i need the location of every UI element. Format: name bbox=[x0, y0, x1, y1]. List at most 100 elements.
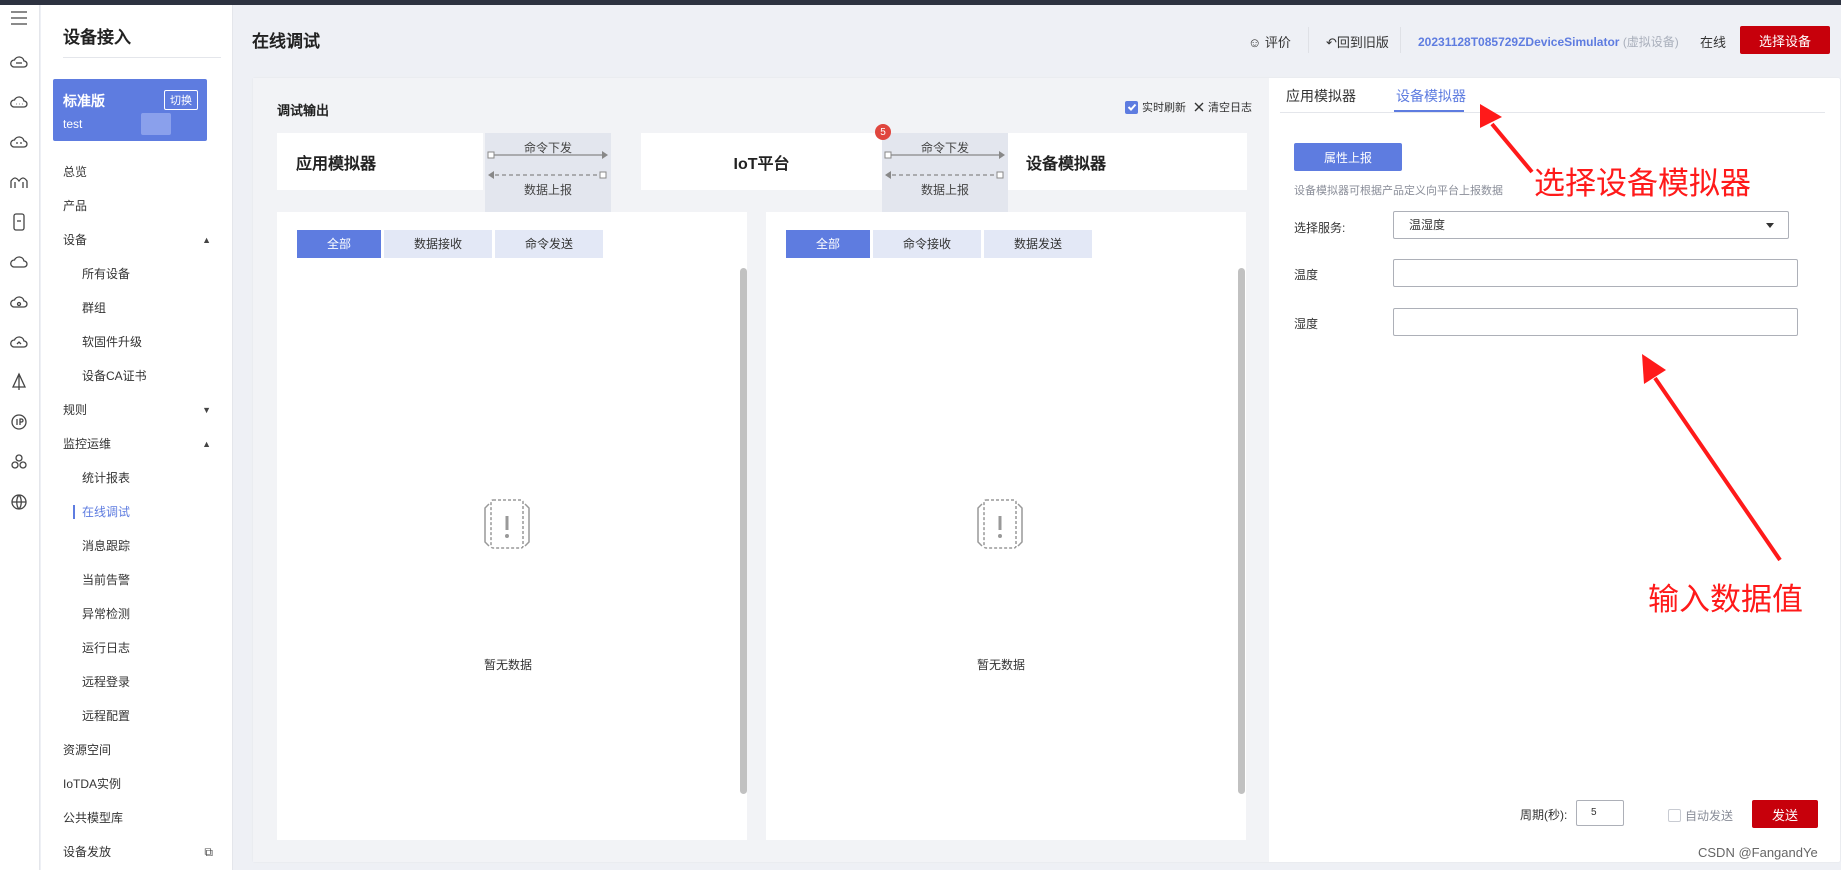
temperature-label: 温度 bbox=[1294, 268, 1319, 282]
period-input[interactable]: 5 bbox=[1576, 800, 1624, 826]
device-status: 在线 bbox=[1700, 35, 1727, 50]
app-log-scrollbar[interactable] bbox=[740, 268, 747, 794]
service-select[interactable]: 温湿度 bbox=[1393, 211, 1789, 239]
sidebar-item-remote-config[interactable]: 远程配置 bbox=[41, 701, 221, 731]
service-value: 温湿度 bbox=[1409, 218, 1446, 232]
close-icon bbox=[1194, 102, 1204, 112]
cloud-dots-icon[interactable] bbox=[8, 91, 30, 113]
sail-icon[interactable] bbox=[8, 371, 30, 393]
sidebar-item-firmware[interactable]: 软固件升级 bbox=[41, 327, 221, 357]
debug-controls: 实时刷新 清空日志 bbox=[1125, 99, 1252, 115]
app-log-tabs: 全部 数据接收 命令发送 bbox=[297, 230, 606, 258]
cloud-icon[interactable] bbox=[8, 51, 30, 73]
caret-up-icon: ▲ bbox=[202, 235, 211, 245]
sidebar-divider bbox=[63, 57, 221, 58]
device-id: 20231128T085729ZDeviceSimulator bbox=[1418, 35, 1620, 49]
sidebar-item-stats[interactable]: 统计报表 bbox=[41, 463, 221, 493]
caret-down-icon: ▼ bbox=[202, 405, 211, 415]
rate-link[interactable]: ☺ 评价 bbox=[1248, 32, 1291, 51]
sidebar-item-run-log[interactable]: 运行日志 bbox=[41, 633, 221, 663]
flow-app-platform: 命令下发 数据上报 bbox=[485, 133, 611, 213]
old-version-link[interactable]: ↶回到旧版 bbox=[1326, 32, 1389, 51]
tab-device-simulator[interactable]: 设备模拟器 bbox=[1396, 86, 1466, 106]
tab-cmd-receive[interactable]: 命令接收 bbox=[873, 230, 981, 258]
page-header: 在线调试 ☺ 评价 ↶回到旧版 20231128T085729ZDeviceSi… bbox=[234, 5, 1841, 75]
annotation-select-device-sim: 选择设备模拟器 bbox=[1534, 166, 1751, 202]
tab-divider bbox=[1280, 112, 1825, 113]
humidity-input[interactable] bbox=[1393, 308, 1798, 336]
current-device[interactable]: 20231128T085729ZDeviceSimulator (虚拟设备) bbox=[1418, 33, 1679, 50]
sidebar-item-resource-space[interactable]: 资源空间 bbox=[41, 735, 221, 765]
simulator-hint: 设备模拟器可根据产品定义向平台上报数据 bbox=[1294, 185, 1503, 197]
sidebar-item-monitoring[interactable]: 监控运维 ▲ bbox=[41, 429, 221, 459]
cloud-sync-icon[interactable] bbox=[8, 331, 30, 353]
flow-arrows bbox=[884, 151, 1005, 179]
sidebar-item-product[interactable]: 产品 bbox=[41, 191, 221, 221]
back-icon: ↶ bbox=[1326, 35, 1337, 50]
auto-send-label: 自动发送 bbox=[1685, 809, 1734, 823]
icon-rail bbox=[0, 5, 40, 870]
cloud-text-icon[interactable] bbox=[8, 131, 30, 153]
globe-icon[interactable] bbox=[8, 491, 30, 513]
message-count-badge: 5 bbox=[875, 124, 891, 140]
auto-send-option[interactable]: 自动发送 bbox=[1668, 807, 1733, 824]
sidebar-item-all-devices[interactable]: 所有设备 bbox=[41, 259, 221, 289]
tab-all[interactable]: 全部 bbox=[786, 230, 870, 258]
header-divider bbox=[1308, 27, 1309, 53]
edition-card[interactable]: 标准版 切换 test bbox=[53, 79, 207, 141]
send-button[interactable]: 发送 bbox=[1752, 800, 1818, 828]
humidity-label: 湿度 bbox=[1294, 317, 1319, 331]
sidebar-item-provisioning[interactable]: 设备发放 ⧉ bbox=[41, 837, 221, 867]
iot-platform-node: IoT平台 bbox=[641, 133, 882, 190]
sidebar-title: 设备接入 bbox=[63, 28, 131, 47]
smile-icon: ☺ bbox=[1248, 35, 1262, 50]
property-report-button[interactable]: 属性上报 bbox=[1294, 143, 1402, 171]
sidebar-item-iotda-instance[interactable]: IoTDA实例 bbox=[41, 769, 221, 799]
device-log-scrollbar[interactable] bbox=[1238, 268, 1245, 794]
tab-cmd-send[interactable]: 命令发送 bbox=[495, 230, 603, 258]
tab-data-send[interactable]: 数据发送 bbox=[984, 230, 1092, 258]
tab-all[interactable]: 全部 bbox=[297, 230, 381, 258]
device-log-panel: 全部 命令接收 数据发送 暂无数据 bbox=[766, 212, 1246, 840]
clear-log-button[interactable]: 清空日志 bbox=[1194, 99, 1252, 115]
workspace-name: test bbox=[63, 117, 83, 131]
sidebar-item-anomaly[interactable]: 异常检测 bbox=[41, 599, 221, 629]
sidebar-item-overview[interactable]: 总览 bbox=[41, 157, 221, 187]
empty-text: 暂无数据 bbox=[977, 658, 1026, 672]
cloud-gear-icon[interactable] bbox=[8, 291, 30, 313]
temperature-input[interactable] bbox=[1393, 259, 1798, 287]
sidebar-item-ca-cert[interactable]: 设备CA证书 bbox=[41, 361, 221, 391]
sidebar: 设备接入 标准版 切换 test 总览 产品 设备 ▲ 所有设备 群组 软固件升级… bbox=[41, 5, 233, 870]
sidebar-item-online-debug[interactable]: 在线调试 bbox=[41, 497, 221, 527]
service-label: 选择服务: bbox=[1294, 221, 1346, 235]
cluster-icon[interactable] bbox=[8, 451, 30, 473]
external-link-icon: ⧉ bbox=[204, 845, 213, 859]
device-simulator-node: 设备模拟器 bbox=[1008, 133, 1247, 190]
tab-data-receive[interactable]: 数据接收 bbox=[384, 230, 492, 258]
ip-icon[interactable] bbox=[8, 411, 30, 433]
sidebar-item-model-library[interactable]: 公共模型库 bbox=[41, 803, 221, 833]
sidebar-item-message-trace[interactable]: 消息跟踪 bbox=[41, 531, 221, 561]
bridge-icon[interactable] bbox=[8, 171, 30, 193]
header-divider bbox=[1400, 27, 1401, 53]
sidebar-item-remote-login[interactable]: 远程登录 bbox=[41, 667, 221, 697]
cloud-outline-icon[interactable] bbox=[8, 251, 30, 273]
empty-text: 暂无数据 bbox=[484, 658, 533, 672]
menu-icon[interactable] bbox=[8, 7, 30, 29]
data-up-label: 数据上报 bbox=[523, 183, 572, 197]
sidebar-item-groups[interactable]: 群组 bbox=[41, 293, 221, 323]
realtime-label: 实时刷新 bbox=[1142, 102, 1186, 114]
device-icon[interactable] bbox=[8, 211, 30, 233]
sidebar-item-alarms[interactable]: 当前告警 bbox=[41, 565, 221, 595]
sidebar-item-device[interactable]: 设备 ▲ bbox=[41, 225, 221, 255]
app-simulator-node: 应用模拟器 bbox=[277, 133, 483, 190]
auto-send-checkbox[interactable] bbox=[1668, 809, 1681, 822]
edition-switch-button[interactable]: 切换 bbox=[164, 90, 198, 110]
realtime-checkbox[interactable] bbox=[1125, 100, 1138, 114]
sidebar-item-rules[interactable]: 规则 ▼ bbox=[41, 395, 221, 425]
empty-data-icon bbox=[977, 499, 1023, 549]
select-device-button[interactable]: 选择设备 bbox=[1740, 26, 1830, 54]
tab-app-simulator[interactable]: 应用模拟器 bbox=[1286, 86, 1356, 106]
debug-output-area: 调试输出 实时刷新 清空日志 应用模拟器 命令下发 数据上报 IoT平台 命令下… bbox=[253, 78, 1269, 862]
flow-platform-device: 命令下发 数据上报 bbox=[882, 133, 1008, 213]
